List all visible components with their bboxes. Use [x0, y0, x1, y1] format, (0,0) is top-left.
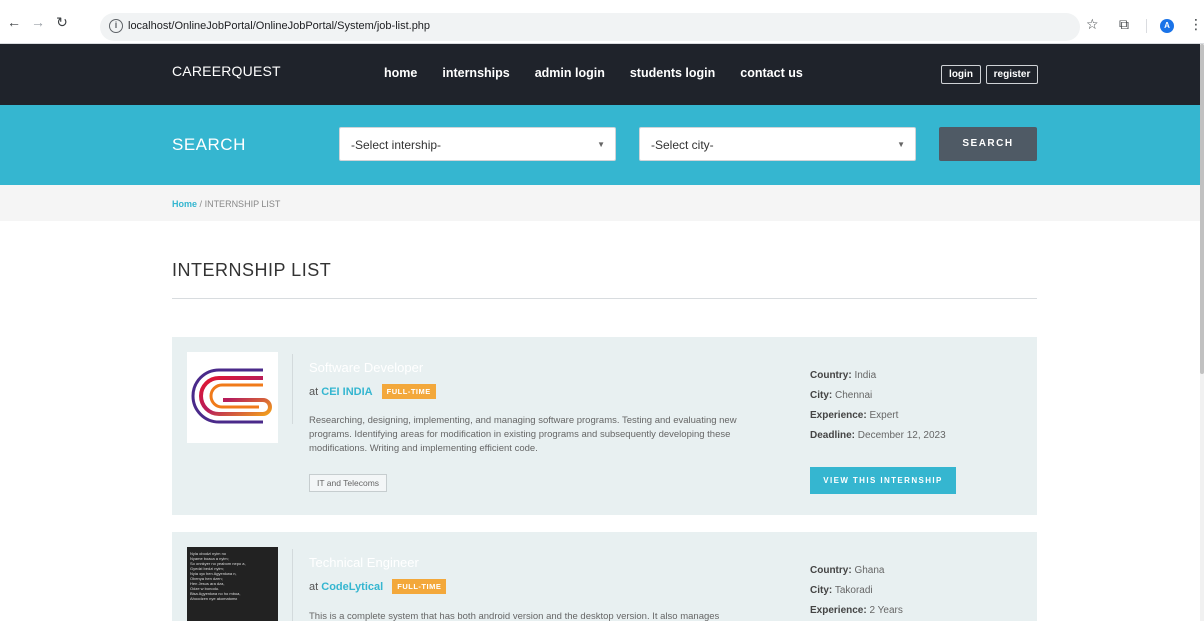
cei-logo-icon	[191, 368, 272, 424]
meta-city-label: City:	[810, 585, 833, 596]
extensions-icon[interactable]: ⧉	[1119, 17, 1129, 31]
job-title[interactable]: Software Developer	[309, 360, 423, 375]
back-arrow-icon[interactable]: ←	[6, 14, 22, 30]
breadcrumb: Home / INTERNSHIP LIST	[172, 199, 280, 209]
company-logo	[187, 352, 278, 443]
page-scrollbar[interactable]	[1200, 44, 1204, 621]
meta-city-value: Takoradi	[834, 585, 873, 596]
breadcrumb-current: INTERNSHIP LIST	[204, 199, 281, 209]
scrollbar-thumb[interactable]	[1200, 44, 1204, 374]
job-title[interactable]: Technical Engineer	[309, 555, 419, 570]
nav-link-contact-us[interactable]: contact us	[740, 66, 803, 80]
nav-link-internships[interactable]: internships	[442, 66, 509, 80]
meta-country: Country: Ghana	[810, 561, 903, 581]
meta-country-label: Country:	[810, 565, 852, 576]
meta-city: City: Chennai	[810, 386, 946, 406]
meta-experience-label: Experience:	[810, 605, 867, 616]
internship-select-value: -Select intership-	[351, 138, 442, 152]
nav-link-home[interactable]: home	[384, 66, 417, 80]
meta-experience-value: 2 Years	[869, 605, 903, 616]
meta-country-value: India	[854, 370, 877, 381]
job-meta: Country: Ghana City: Takoradi Experience…	[810, 561, 903, 621]
company-logo: Nyla obodzi nyim no Nyame boaca a nyim; …	[187, 547, 278, 621]
meta-deadline: Deadline: December 12, 2023	[810, 426, 946, 446]
city-select-value: -Select city-	[651, 138, 714, 152]
title-divider	[172, 298, 1037, 299]
search-heading: SEARCH	[172, 135, 246, 154]
internship-card: Software Developer at CEI INDIA FULL-TIM…	[172, 337, 1037, 515]
city-select[interactable]: -Select city- ▼	[639, 127, 916, 161]
meta-experience-value: Expert	[869, 410, 899, 421]
profile-avatar[interactable]: A	[1160, 19, 1174, 33]
breadcrumb-separator: /	[199, 199, 203, 209]
card-divider	[292, 354, 293, 424]
forward-arrow-icon[interactable]: →	[30, 14, 46, 30]
reload-icon[interactable]: ↻	[54, 14, 70, 30]
job-meta: Country: India City: Chennai Experience:…	[810, 366, 946, 446]
logo-text: Nyla obodzi nyim no Nyame boaca a nyim; …	[190, 551, 246, 601]
browser-toolbar: ← → ↻ i localhost/OnlineJobPortal/Online…	[0, 0, 1204, 44]
company-name[interactable]: CEI INDIA	[321, 386, 372, 398]
company-name[interactable]: CodeLytical	[321, 581, 383, 593]
meta-city-label: City:	[810, 390, 833, 401]
company-at: at	[309, 386, 319, 398]
job-type-badge: FULL-TIME	[392, 579, 447, 594]
site-info-icon[interactable]: i	[109, 19, 123, 33]
bookmark-star-icon[interactable]: ☆	[1086, 17, 1099, 31]
job-description: Researching, designing, implementing, an…	[309, 415, 737, 454]
company-at: at	[309, 581, 319, 593]
view-internship-button[interactable]: VIEW THIS INTERNSHIP	[810, 467, 956, 494]
job-description: This is a complete system that has both …	[309, 611, 720, 622]
meta-country-value: Ghana	[854, 565, 885, 576]
browser-menu-icon[interactable]: ⋮	[1189, 17, 1203, 31]
search-button[interactable]: SEARCH	[939, 127, 1037, 161]
register-button[interactable]: register	[986, 65, 1038, 84]
breadcrumb-home[interactable]: Home	[172, 199, 197, 209]
meta-deadline-value: December 12, 2023	[857, 430, 946, 441]
site-header: CAREERQUEST home internships admin login…	[0, 44, 1200, 105]
company-line: at CodeLytical FULL-TIME	[309, 579, 447, 594]
meta-experience: Experience: Expert	[810, 406, 946, 426]
meta-city: City: Takoradi	[810, 581, 903, 601]
meta-country: Country: India	[810, 366, 946, 386]
login-button[interactable]: login	[941, 65, 981, 84]
toolbar-separator	[1146, 19, 1147, 33]
meta-deadline-label: Deadline:	[810, 430, 856, 441]
meta-city-value: Chennai	[835, 390, 873, 401]
meta-country-label: Country:	[810, 370, 852, 381]
page-title: INTERNSHIP LIST	[172, 260, 332, 280]
job-type-badge: FULL-TIME	[381, 384, 436, 399]
search-bar: SEARCH -Select intership- ▼ -Select city…	[0, 105, 1200, 185]
meta-experience: Experience: 2 Years	[810, 601, 903, 621]
card-divider	[292, 549, 293, 621]
category-tag[interactable]: IT and Telecoms	[309, 474, 388, 492]
address-url: localhost/OnlineJobPortal/OnlineJobPorta…	[128, 20, 431, 32]
site-brand[interactable]: CAREERQUEST	[172, 63, 281, 79]
chevron-down-icon: ▼	[897, 140, 905, 149]
main-nav: home internships admin login students lo…	[384, 66, 828, 80]
breadcrumb-bar: Home / INTERNSHIP LIST	[0, 185, 1200, 221]
company-line: at CEI INDIA FULL-TIME	[309, 384, 436, 399]
meta-experience-label: Experience:	[810, 410, 867, 421]
internship-card: Nyla obodzi nyim no Nyame boaca a nyim; …	[172, 532, 1037, 622]
address-bar[interactable]: i localhost/OnlineJobPortal/OnlineJobPor…	[100, 13, 1080, 41]
nav-link-students-login[interactable]: students login	[630, 66, 715, 80]
chevron-down-icon: ▼	[597, 140, 605, 149]
internship-select[interactable]: -Select intership- ▼	[339, 127, 616, 161]
nav-link-admin-login[interactable]: admin login	[535, 66, 605, 80]
